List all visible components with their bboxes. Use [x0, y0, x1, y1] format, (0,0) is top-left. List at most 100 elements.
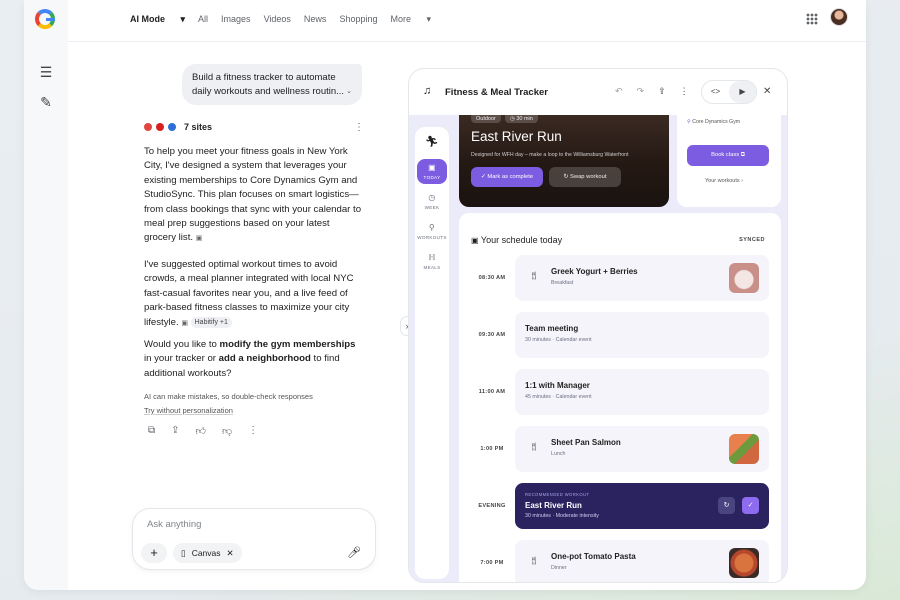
expand-chevron-icon[interactable]: ⌄	[346, 85, 352, 99]
thumbs-down-icon[interactable]: 👎︎	[222, 425, 232, 437]
gym-side-card: ⚲ Core Dynamics Gym Book class ⧉ Your wo…	[677, 115, 781, 207]
canvas-header: ♫ Fitness & Meal Tracker ↶ ↷ ⇪ ⋮ <> ▶ ✕	[409, 69, 787, 115]
canvas-chip[interactable]: ▯ Canvas ✕	[173, 543, 242, 563]
canvas-doc-icon: ♫	[423, 85, 432, 97]
schedule-event[interactable]: 🍴︎ Greek Yogurt + Berries Breakfast	[515, 255, 769, 301]
copy-icon[interactable]: ⧉	[148, 425, 155, 437]
schedule-event[interactable]: 🍴︎ Sheet Pan Salmon Lunch	[515, 426, 769, 472]
undo-icon[interactable]: ↶	[615, 86, 623, 97]
try-without-personalization-link[interactable]: Try without personalization	[144, 406, 233, 415]
nav-workouts[interactable]: ⚲ WORKOUTS	[417, 223, 447, 240]
response-actions: ⧉ ⇪ 👍︎ 👎︎ ⋮	[148, 425, 258, 437]
tab-shopping[interactable]: Shopping	[339, 14, 377, 25]
user-prompt-bubble[interactable]: Build a fitness tracker to automate dail…	[182, 64, 362, 105]
meal-thumbnail	[729, 548, 759, 578]
answer-paragraph-1: To help you meet your fitness goals in N…	[144, 145, 362, 247]
swap-icon[interactable]: ↻	[718, 497, 735, 514]
tab-ai-mode[interactable]: AI Mode ▾	[130, 14, 185, 25]
sources-row[interactable]: 7 sites	[144, 122, 212, 132]
preview-play-icon[interactable]: ▶	[729, 81, 756, 103]
check-icon[interactable]: ✓	[742, 497, 759, 514]
code-view-icon[interactable]: <>	[702, 81, 729, 103]
more-options-icon[interactable]: ⋮	[354, 122, 364, 133]
apps-grid-icon[interactable]	[806, 13, 818, 25]
recommended-kicker: RECOMMENDED WORKOUT	[525, 492, 590, 497]
event-time: 08:30 AM	[478, 275, 506, 281]
ask-input-placeholder[interactable]: Ask anything	[147, 519, 201, 530]
tracker-nav: 🏃︎ ▣ TODAY ◷ WEEK ⚲ WORKOUTS ℍ MEALS	[415, 127, 449, 579]
canvas-panel: ♫ Fitness & Meal Tracker ↶ ↷ ⇪ ⋮ <> ▶ ✕ …	[408, 68, 788, 583]
google-logo-icon[interactable]	[35, 9, 55, 29]
canvas-title: Fitness & Meal Tracker	[445, 87, 548, 98]
schedule-event[interactable]: 🍴︎ One-pot Tomato Pasta Dinner	[515, 540, 769, 582]
share-icon[interactable]: ⇪	[658, 86, 666, 97]
outdoor-tag: Outdoor	[471, 115, 501, 123]
fork-knife-icon: 🍴︎	[529, 442, 540, 451]
more-options-icon[interactable]: ⋮	[680, 86, 689, 97]
browser-window: ☰ ✎ AI Mode ▾ All Images Videos News Sho…	[24, 0, 866, 590]
ask-input-box[interactable]: Ask anything + ▯ Canvas ✕ 🎤︎	[132, 508, 376, 570]
more-actions-icon[interactable]: ⋮	[248, 425, 258, 437]
canvas-doc-icon: ▯	[181, 548, 186, 558]
suggestion-add-neighborhood: add a neighborhood	[218, 353, 311, 365]
schedule-event[interactable]: 1:1 with Manager 45 minutes · Calendar e…	[515, 369, 769, 415]
fork-knife-icon: 🍴︎	[529, 271, 540, 280]
new-chat-icon[interactable]: ✎	[38, 94, 54, 110]
tab-images[interactable]: Images	[221, 14, 251, 25]
citation-icon[interactable]: ▣	[196, 232, 203, 246]
mic-icon[interactable]: 🎤︎	[347, 546, 361, 559]
tab-all[interactable]: All	[198, 14, 208, 25]
calendar-citation-icon[interactable]: ▣	[181, 317, 188, 331]
redo-icon[interactable]: ↷	[637, 86, 645, 97]
meal-thumbnail	[729, 434, 759, 464]
hero-subtitle: Designed for WFH day – make a loop to th…	[471, 152, 629, 158]
avatar[interactable]	[830, 8, 848, 26]
add-button[interactable]: +	[141, 543, 167, 563]
tab-videos[interactable]: Videos	[264, 14, 291, 25]
sources-count: 7 sites	[184, 122, 213, 132]
event-time: 1:00 PM	[480, 446, 504, 452]
book-class-button[interactable]: Book class ⧉	[687, 145, 769, 166]
your-workouts-link[interactable]: Your workouts ›	[705, 178, 743, 184]
close-icon[interactable]: ✕	[763, 86, 771, 97]
share-icon[interactable]: ⇪	[171, 425, 179, 437]
code-preview-toggle[interactable]: <> ▶	[701, 80, 757, 104]
fork-knife-icon: 🍴︎	[529, 556, 540, 565]
remove-chip-icon[interactable]: ✕	[227, 543, 234, 563]
schedule-card: ▣ Your schedule today SYNCED 08:30 AM 🍴︎…	[459, 213, 781, 582]
nav-week[interactable]: ◷ WEEK	[417, 193, 447, 210]
suggestion-modify-memberships: modify the gym memberships	[219, 339, 356, 350]
prompt-line-2: daily workouts and wellness routin...	[192, 86, 345, 97]
source-favicon-icon	[156, 123, 164, 131]
running-figure-icon: 🏃︎	[424, 136, 440, 148]
disclaimer-text: AI can make mistakes, so double-check re…	[144, 392, 313, 401]
nav-today[interactable]: ▣ TODAY	[417, 159, 447, 184]
schedule-heading: ▣ Your schedule today	[471, 235, 563, 245]
habitify-chip[interactable]: Habitify +1	[190, 316, 232, 328]
workout-hero-card: Outdoor ◷ 30 min East River Run Designed…	[459, 115, 669, 207]
recommended-workout-event[interactable]: RECOMMENDED WORKOUT East River Run 30 mi…	[515, 483, 769, 529]
event-time: 11:00 AM	[478, 389, 506, 395]
mark-complete-button[interactable]: ✓ Mark as complete	[471, 167, 543, 187]
source-favicon-icon	[168, 123, 176, 131]
nav-meals[interactable]: ℍ MEALS	[417, 253, 447, 270]
swap-workout-button[interactable]: ↻ Swap workout	[549, 167, 621, 187]
search-tabs: AI Mode ▾ All Images Videos News Shoppin…	[130, 14, 444, 25]
event-time: 7:00 PM	[480, 560, 504, 566]
event-time: EVENING	[478, 503, 506, 509]
synced-badge: SYNCED	[739, 237, 765, 243]
gym-location: ⚲ Core Dynamics Gym	[687, 119, 741, 125]
answer-paragraph-2: I've suggested optimal workout times to …	[144, 258, 362, 331]
thumbs-up-icon[interactable]: 👍︎	[196, 425, 206, 437]
event-time: 09:30 AM	[478, 332, 506, 338]
duration-tag: ◷ 30 min	[505, 115, 538, 123]
hero-title: East River Run	[471, 129, 562, 144]
source-favicon-icon	[144, 123, 152, 131]
meal-thumbnail	[729, 263, 759, 293]
top-bar: AI Mode ▾ All Images Videos News Shoppin…	[68, 0, 866, 42]
schedule-event[interactable]: Team meeting 30 minutes · Calendar event	[515, 312, 769, 358]
tab-more[interactable]: More ▾	[390, 14, 431, 25]
tab-news[interactable]: News	[304, 14, 327, 25]
history-list-icon[interactable]: ☰	[38, 64, 54, 80]
tracker-app: 🏃︎ ▣ TODAY ◷ WEEK ⚲ WORKOUTS ℍ MEALS Outdoor…	[409, 115, 787, 582]
